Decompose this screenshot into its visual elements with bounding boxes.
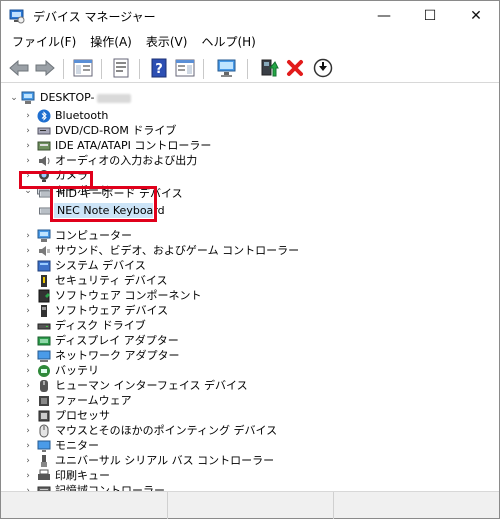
firmware-icon <box>39 396 49 406</box>
processor-icon <box>38 410 50 422</box>
print-queue-icon <box>38 469 50 480</box>
help-icon: ? <box>151 58 167 78</box>
tree-category-label: DVD/CD-ROM ドライブ <box>55 124 177 137</box>
bluetooth-icon <box>37 109 51 123</box>
dvd-drive-icon <box>37 127 51 135</box>
network-adapter-icon <box>37 350 51 362</box>
disable-device-icon <box>313 58 333 78</box>
security-device-icon <box>41 275 47 287</box>
hid-icon <box>40 380 48 392</box>
update-driver-button[interactable] <box>257 56 281 80</box>
tree-category-label: ディスプレイ アダプター <box>55 334 179 347</box>
menu-view[interactable]: 表示(V) <box>139 31 195 53</box>
tree-category-label: システム デバイス <box>55 259 146 272</box>
show-hide-tree-icon <box>73 59 93 77</box>
device-manager-window: デバイス マネージャー — ☐ ✕ ファイル(F) 操作(A) 表示(V) ヘル… <box>0 0 500 519</box>
tree-category-label: 印刷キュー <box>55 469 110 482</box>
forward-button[interactable] <box>33 56 57 80</box>
computer-root-icon <box>21 91 35 104</box>
tree-category-label: モニター <box>55 439 99 452</box>
status-divider <box>333 492 334 519</box>
show-hide-tree-button[interactable] <box>71 56 95 80</box>
action-pane-icon <box>175 59 195 77</box>
disk-drive-icon <box>37 323 51 330</box>
collapse-chevron-icon[interactable]: ⌄ <box>9 89 19 107</box>
ide-controller-icon <box>37 141 51 151</box>
tree-category-label: セキュリティ デバイス <box>55 274 168 287</box>
toolbar-separator <box>139 59 140 79</box>
menu-file[interactable]: ファイル(F) <box>5 31 83 53</box>
tree-category-label: Bluetooth <box>55 109 109 122</box>
tree-category-label: オーディオの入力および出力 <box>55 154 198 167</box>
system-device-icon <box>37 260 51 272</box>
disable-device-button[interactable] <box>311 56 335 80</box>
display-adapter-icon <box>37 336 51 346</box>
toolbar-separator <box>203 59 204 79</box>
computer-icon <box>37 229 51 242</box>
maximize-button[interactable]: ☐ <box>407 1 453 31</box>
tree-category-label: ヒューマン インターフェイス デバイス <box>55 379 248 392</box>
scan-hardware-button[interactable] <box>215 56 239 80</box>
tree-category-label: ユニバーサル シリアル バス コントローラー <box>55 454 275 467</box>
redacted-computer-name <box>96 93 131 103</box>
close-button[interactable]: ✕ <box>453 1 499 31</box>
properties-icon <box>113 58 129 78</box>
svg-text:?: ? <box>155 62 163 77</box>
tree-category-label: マウスとそのほかのポインティング デバイス <box>55 424 278 437</box>
action-pane-button[interactable] <box>173 56 197 80</box>
toolbar-separator <box>63 59 64 79</box>
tree-category-label: ソフトウェア デバイス <box>55 304 169 317</box>
software-device-icon <box>41 305 47 317</box>
status-bar <box>1 491 499 519</box>
uninstall-button[interactable] <box>283 56 307 80</box>
tree-category-label: コンピューター <box>55 229 132 242</box>
tree-category-label: バッテリ <box>55 364 99 377</box>
usb-icon <box>41 455 47 467</box>
back-arrow-icon <box>9 60 29 76</box>
status-divider <box>167 492 168 519</box>
tree-category-label: ファームウェア <box>55 394 132 407</box>
forward-arrow-icon <box>35 60 55 76</box>
highlight-box-keyboard-devices <box>50 186 157 222</box>
menu-help[interactable]: ヘルプ(H) <box>194 31 262 53</box>
device-tree: ⌄ DESKTOP- › Bluetooth › DVD/CD-ROM ドライブ › ID… <box>1 87 499 513</box>
audio-icon <box>39 156 50 166</box>
tree-category-label: ディスク ドライブ <box>55 319 146 332</box>
device-manager-icon <box>9 9 25 24</box>
software-component-icon <box>38 289 50 303</box>
tree-category-label: サウンド、ビデオ、およびゲーム コントローラー <box>55 244 300 257</box>
sound-icon <box>39 246 50 256</box>
properties-button[interactable] <box>109 56 133 80</box>
tree-category-label: ソフトウェア コンポーネント <box>55 289 202 302</box>
help-button[interactable]: ? <box>147 56 171 80</box>
root-computer-name: DESKTOP- <box>40 91 95 104</box>
monitor-icon <box>37 440 51 452</box>
mouse-icon <box>39 424 49 438</box>
tree-category-label: ネットワーク アダプター <box>55 349 180 362</box>
tree-category-label: プロセッサ <box>55 409 110 422</box>
title-bar: デバイス マネージャー — ☐ ✕ <box>1 1 499 31</box>
tree-category-label: IDE ATA/ATAPI コントローラー <box>55 139 212 152</box>
minimize-button[interactable]: — <box>361 1 407 31</box>
scan-hardware-icon <box>217 59 236 77</box>
battery-icon <box>38 365 50 377</box>
toolbar-separator <box>101 59 102 79</box>
window-title: デバイス マネージャー <box>33 10 156 24</box>
toolbar-separator <box>247 59 248 79</box>
update-driver-icon <box>261 59 279 77</box>
uninstall-icon <box>287 60 303 76</box>
back-button[interactable] <box>7 56 31 80</box>
menu-bar: ファイル(F) 操作(A) 表示(V) ヘルプ(H) <box>1 31 499 53</box>
menu-action[interactable]: 操作(A) <box>83 31 139 53</box>
toolbar: ? <box>1 53 499 83</box>
